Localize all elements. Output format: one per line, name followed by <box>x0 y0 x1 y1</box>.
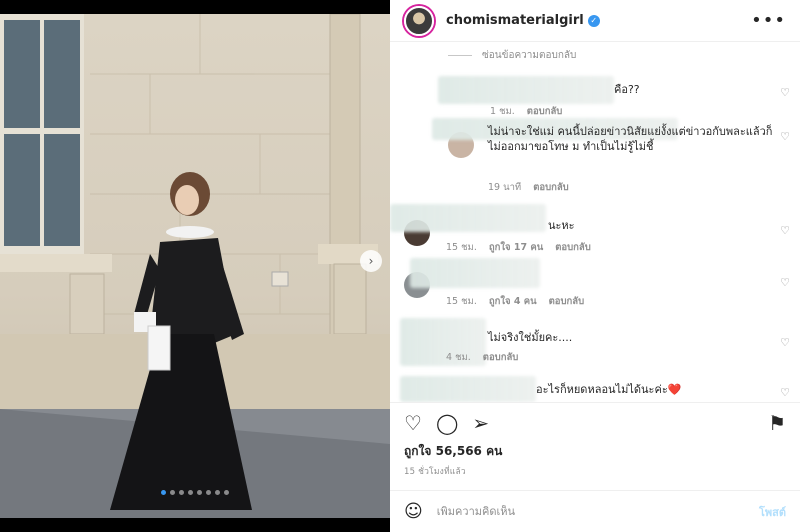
carousel-dot <box>215 490 220 495</box>
comment-item: ไม่น่าจะใช่แม่ คนนี้ปล่อยข่าวนิสัยแย่งั้… <box>390 118 800 198</box>
comment-time: 4 ชม. <box>446 352 471 363</box>
comment-text: ไม่จริงใช่มั้ยคะ.... <box>488 331 573 344</box>
reply-button[interactable]: ตอบกลับ <box>555 240 591 255</box>
emoji-icon[interactable]: ☺ <box>404 501 423 522</box>
likes-count[interactable]: ถูกใจ 56,566 คน <box>404 442 502 461</box>
comment-text: นะหะ <box>548 219 575 232</box>
comments-list: ซ่อนข้อความตอบกลับ คือ?? 1 ชม. ตอบกลับ ♡… <box>390 42 800 402</box>
comment-meta: 1 ชม. ตอบกลับ <box>490 104 562 119</box>
comment-likes-count[interactable]: ถูกใจ 17 คน <box>489 240 543 255</box>
reply-button[interactable]: ตอบกลับ <box>483 350 519 365</box>
comment-item: 15 ชม. ถูกใจ 4 คน ตอบกลับ ♡ <box>390 258 800 308</box>
comment-meta: 15 ชม. ถูกใจ 4 คน ตอบกลับ <box>446 294 584 309</box>
comment-item: ไม่จริงใช่มั้ยคะ.... 4 ชม. ตอบกลับ ♡ <box>390 318 800 366</box>
comment-time: 15 ชม. <box>446 242 477 253</box>
carousel-dot <box>188 490 193 495</box>
posted-time[interactable]: 15 ชั่วโมงที่แล้ว <box>404 464 466 478</box>
carousel-dots <box>0 490 390 495</box>
comment-time: 15 ชม. <box>446 296 477 307</box>
hide-replies-label: ซ่อนข้อความตอบกลับ <box>482 50 577 61</box>
heart-icon[interactable]: ♡ <box>404 411 422 435</box>
carousel-dot <box>170 490 175 495</box>
carousel-dot <box>179 490 184 495</box>
comment-like-icon[interactable]: ♡ <box>780 86 790 99</box>
comment-item: คือ?? 1 ชม. ตอบกลับ ♡ <box>390 72 800 117</box>
username-link[interactable]: chomismaterialgirl <box>446 13 584 28</box>
post-button[interactable]: โพสต์ <box>759 503 786 521</box>
comment-like-icon[interactable]: ♡ <box>780 336 790 349</box>
reply-button[interactable]: ตอบกลับ <box>549 294 585 309</box>
blurred-username <box>410 258 540 288</box>
verified-badge-icon: ✓ <box>587 14 600 27</box>
more-options-icon[interactable]: ••• <box>751 10 786 31</box>
bookmark-icon[interactable]: ⚑ <box>768 411 786 435</box>
share-icon[interactable]: ➢ <box>472 411 489 435</box>
blurred-username <box>438 76 614 104</box>
comment-meta: 15 ชม. ถูกใจ 17 คน ตอบกลับ <box>446 240 591 255</box>
post-actions: ♡ ◯ ➢ ⚑ <box>390 402 800 442</box>
avatar[interactable] <box>404 5 434 36</box>
photo-image <box>0 14 390 518</box>
post-header: chomismaterialgirl ✓ ••• <box>390 0 800 42</box>
post-photo: › <box>0 0 390 532</box>
hide-replies-button[interactable]: ซ่อนข้อความตอบกลับ <box>448 48 576 63</box>
add-comment-bar: ☺ โพสต์ <box>390 490 800 532</box>
blurred-username <box>390 204 546 232</box>
reply-button[interactable]: ตอบกลับ <box>527 104 563 119</box>
comment-likes-count[interactable]: ถูกใจ 4 คน <box>489 294 537 309</box>
photo-scene <box>0 14 390 518</box>
blurred-username <box>400 376 536 402</box>
comment-text: ไม่น่าจะใช่แม่ คนนี้ปล่อยข่าวนิสัยแย่งั้… <box>488 125 773 153</box>
comment-like-icon[interactable]: ♡ <box>780 276 790 289</box>
comment-text: คือ?? <box>614 83 640 96</box>
carousel-dot <box>224 490 229 495</box>
comment-time: 19 นาที <box>488 182 522 193</box>
reply-button[interactable]: ตอบกลับ <box>533 180 569 195</box>
carousel-dot <box>206 490 211 495</box>
comment-like-icon[interactable]: ♡ <box>780 386 790 399</box>
comment-item: นะหะ 15 ชม. ถูกใจ 17 คน ตอบกลับ ♡ <box>390 204 800 254</box>
comment-like-icon[interactable]: ♡ <box>780 130 790 143</box>
comment-like-icon[interactable]: ♡ <box>780 224 790 237</box>
comment-text: อะไรก็หยดหลอนไม่ได้นะค่ะ❤️ <box>536 383 682 396</box>
comment-input[interactable] <box>436 505 759 518</box>
comment-icon[interactable]: ◯ <box>436 411 458 435</box>
comment-item: อะไรก็หยดหลอนไม่ได้นะค่ะ❤️ ♡ <box>390 372 800 402</box>
comment-time: 1 ชม. <box>490 106 515 117</box>
carousel-dot <box>161 490 166 495</box>
comment-meta: 4 ชม. ตอบกลับ <box>446 350 518 365</box>
carousel-dot <box>197 490 202 495</box>
divider <box>448 55 472 56</box>
comment-meta: 19 นาที ตอบกลับ <box>488 180 569 195</box>
carousel-next-button[interactable]: › <box>360 250 382 272</box>
post-panel: chomismaterialgirl ✓ ••• ซ่อนข้อความตอบก… <box>390 0 800 532</box>
